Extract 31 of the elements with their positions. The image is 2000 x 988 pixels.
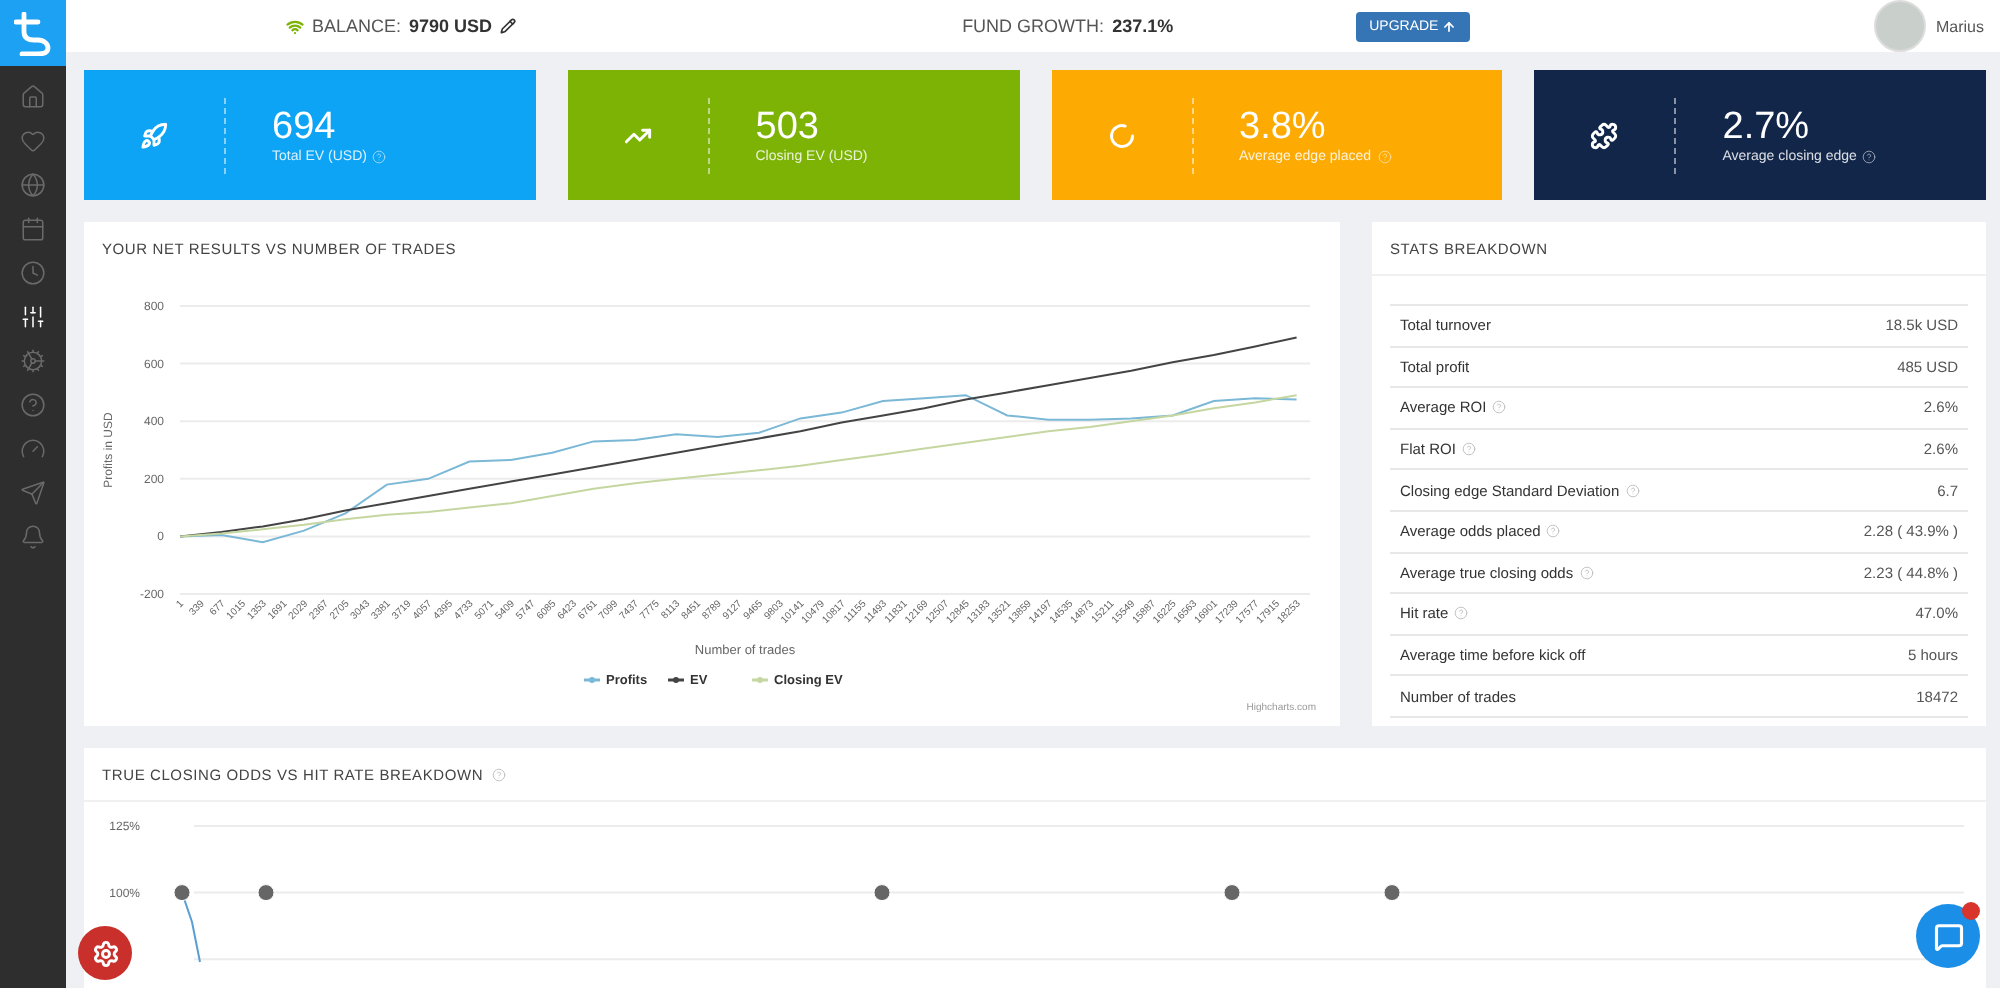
balance-label: BALANCE: (312, 16, 402, 36)
settings-icon (91, 939, 119, 967)
calendar-icon[interactable] (20, 215, 46, 241)
circle-notch-icon (1107, 121, 1135, 149)
user-name[interactable]: Marius (1935, 17, 1984, 35)
bell-icon[interactable] (20, 523, 46, 549)
home-icon[interactable] (20, 83, 46, 109)
fund-growth-label: FUND GROWTH: (962, 16, 1105, 36)
logo-icon (13, 11, 53, 55)
stat-value: 3.8% (1239, 106, 1328, 149)
sliders-icon[interactable] (20, 303, 46, 329)
rocket-icon (140, 121, 168, 149)
fund-growth-value: 237.1% (1112, 16, 1174, 36)
gear-icon[interactable] (20, 347, 46, 373)
help-icon[interactable] (20, 391, 46, 417)
globe-icon[interactable] (20, 171, 46, 197)
stat-value: 503 (755, 106, 821, 149)
arrow-up-icon (1442, 19, 1457, 33)
paper-plane-icon[interactable] (20, 479, 46, 505)
wifi-icon (286, 17, 304, 35)
balance-value: 9790 USD (409, 16, 493, 36)
gauge-icon[interactable] (20, 435, 46, 461)
clock-icon[interactable] (20, 259, 46, 285)
logo[interactable] (0, 0, 66, 66)
avatar[interactable] (1873, 0, 1926, 52)
heart-icon[interactable] (20, 127, 46, 153)
stat-value: 2.7% (1722, 106, 1812, 149)
puzzle-icon (1590, 121, 1619, 149)
edit-icon[interactable] (500, 18, 517, 34)
stat-value: 694 (272, 106, 338, 149)
chat-icon (1933, 921, 1963, 951)
